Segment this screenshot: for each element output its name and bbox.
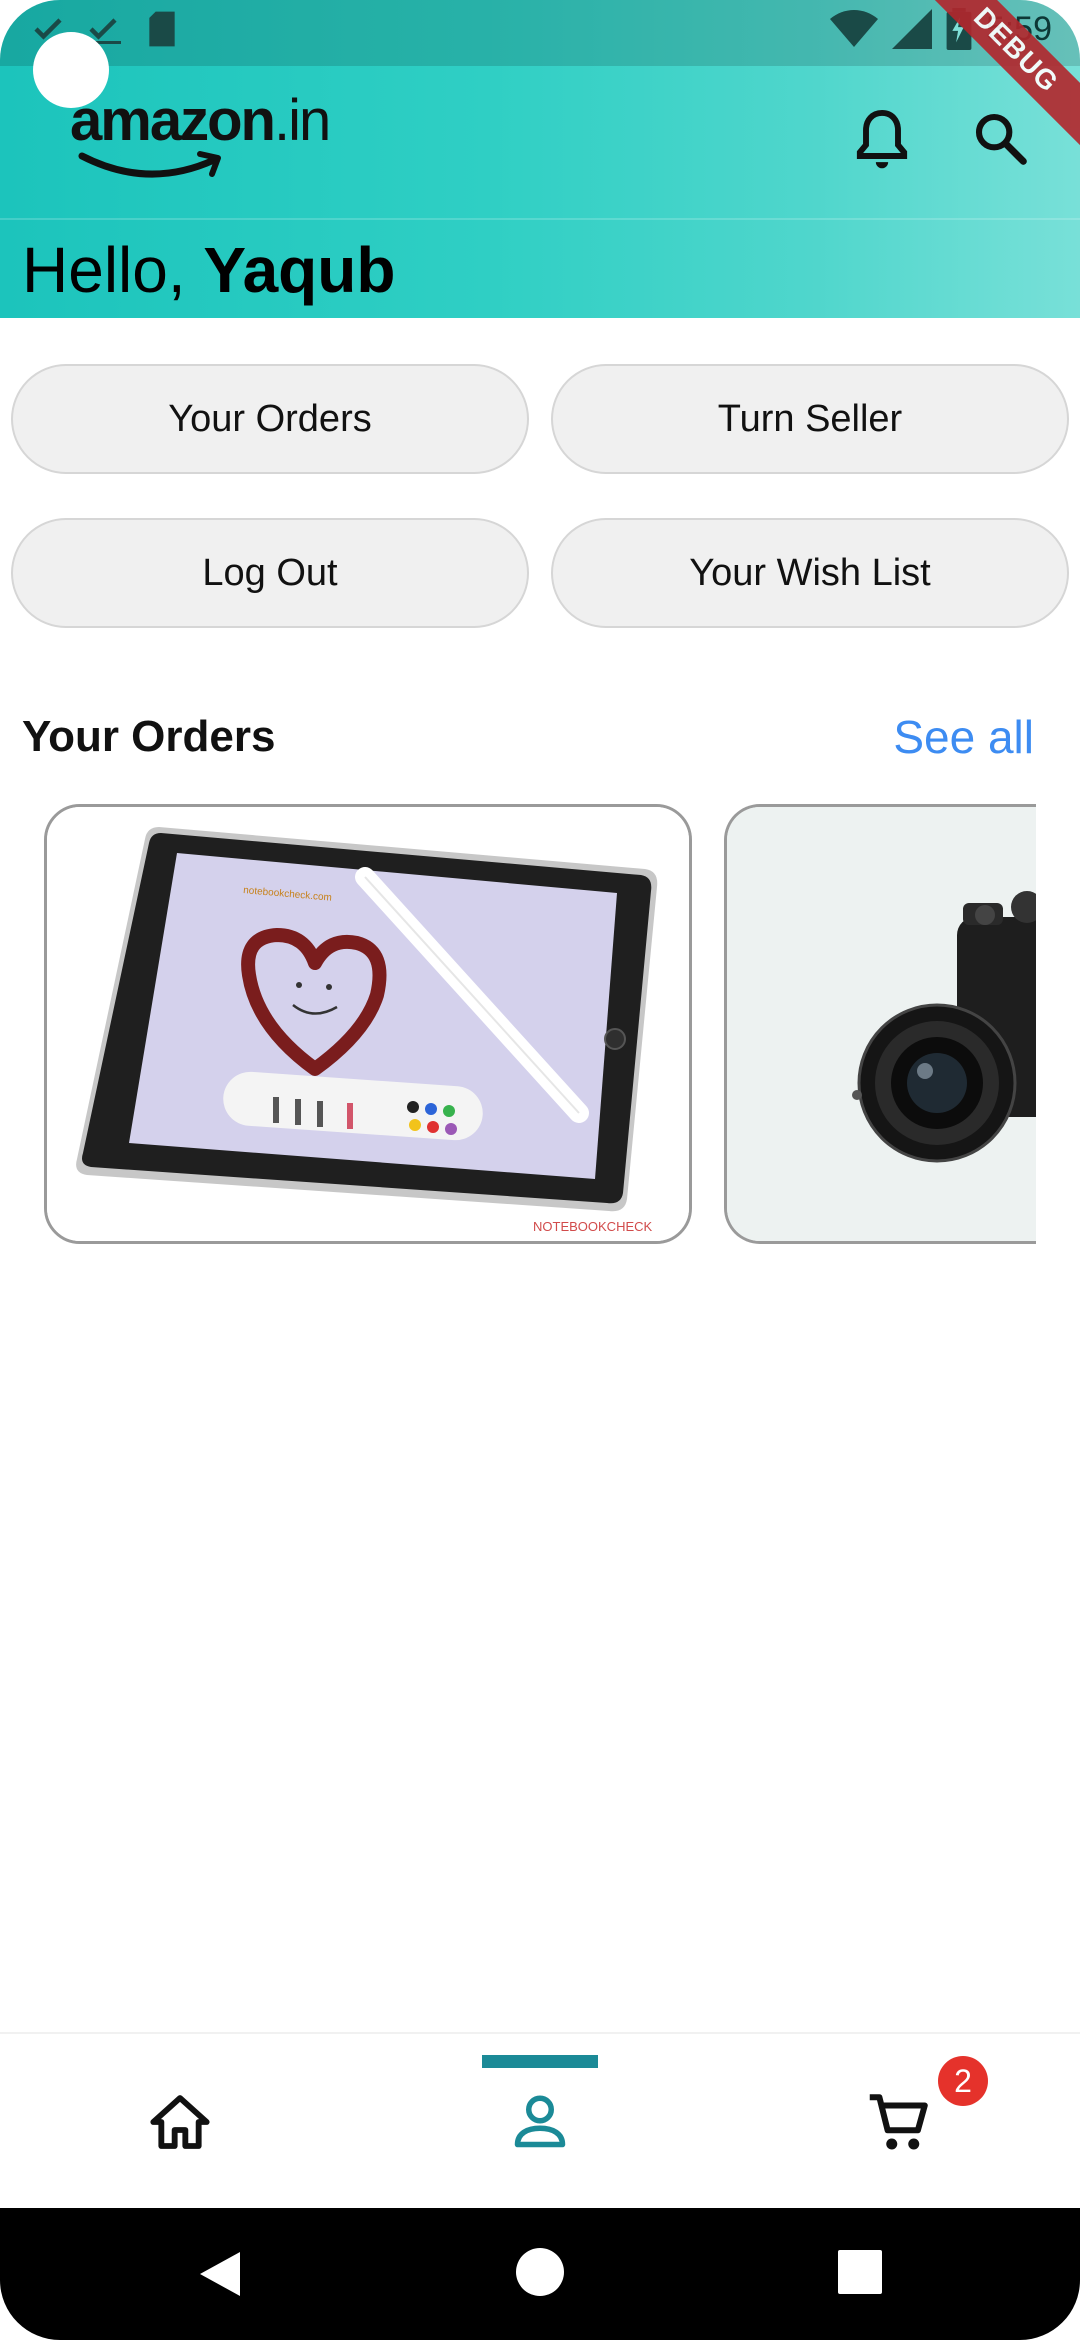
back-icon[interactable] (196, 2248, 244, 2300)
appbar-divider (0, 218, 1080, 220)
orders-section-title: Your Orders (22, 712, 276, 761)
cart-count-badge: 2 (938, 2056, 988, 2106)
search-icon[interactable] (972, 108, 1032, 172)
wifi-icon (829, 10, 878, 47)
watermark-text: NOTEBOOKCHECK (533, 1219, 653, 1234)
nav-cart[interactable] (720, 2034, 1080, 2210)
cart-icon (869, 2094, 928, 2150)
your-orders-button[interactable]: Your Orders (11, 364, 529, 474)
status-bar: 5:59 (0, 0, 1080, 66)
log-out-button[interactable]: Log Out (11, 518, 529, 628)
logo-text: amazon.in (70, 88, 331, 153)
wish-list-button[interactable]: Your Wish List (551, 518, 1069, 628)
amazon-logo[interactable]: amazon.in (70, 92, 340, 182)
home-circle-icon[interactable] (514, 2246, 566, 2298)
order-card-tablet[interactable]: notebookcheck.com NOTEBOOKCHECK (44, 804, 692, 1244)
camera-image (727, 807, 1064, 1241)
turn-seller-button[interactable]: Turn Seller (551, 364, 1069, 474)
home-icon (150, 2095, 210, 2149)
see-all-link[interactable]: See all (893, 710, 1034, 764)
scroll-clip (1036, 790, 1080, 1260)
tablet-with-stylus-image: notebookcheck.com NOTEBOOKCHECK (47, 807, 689, 1241)
app-header: 5:59 amazon.in Hello, Yaqub DEBUG (0, 0, 1080, 318)
order-card-camera[interactable] (724, 804, 1064, 1244)
greeting: Hello, Yaqub (22, 234, 396, 306)
active-tab-indicator (482, 2055, 598, 2068)
bell-icon[interactable] (852, 108, 912, 172)
smile-arrow-icon (78, 151, 221, 178)
account-icon (514, 2095, 566, 2148)
nav-home[interactable] (0, 2034, 360, 2210)
sd-card-icon (149, 11, 175, 47)
system-navigation-bar (0, 2208, 1080, 2340)
signal-icon (891, 9, 932, 49)
recents-icon[interactable] (838, 2250, 882, 2294)
